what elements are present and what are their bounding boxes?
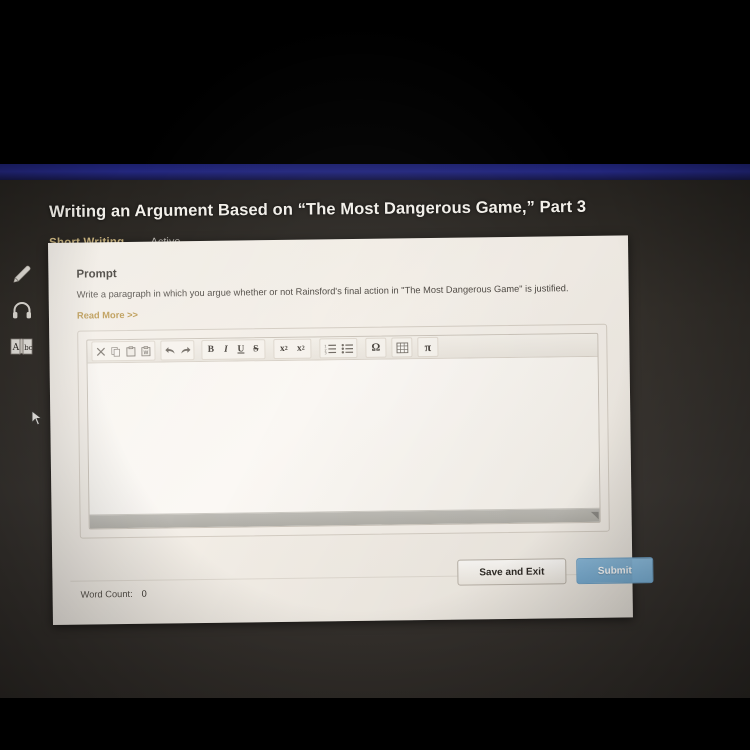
toolbar-group-history: [160, 340, 195, 361]
toolbar-group-text-style: B I U S: [201, 339, 266, 361]
undo-icon[interactable]: [162, 342, 177, 358]
toolbar-group-insert-math: π: [417, 336, 439, 358]
math-icon[interactable]: π: [419, 339, 436, 355]
bold-icon[interactable]: B: [203, 342, 218, 358]
read-more-link[interactable]: Read More >>: [77, 310, 138, 321]
bezel-bottom: [0, 698, 750, 750]
headphones-icon: [10, 298, 34, 322]
pencil-icon: [10, 262, 34, 286]
sidebar-item-listen[interactable]: [8, 296, 36, 324]
svg-text:bc: bc: [24, 344, 32, 352]
special-character-icon[interactable]: Ω: [367, 340, 384, 356]
desktop-blue-band: [0, 164, 750, 181]
prompt-body: Write a paragraph in which you argue whe…: [76, 283, 569, 300]
tool-rail: A bc: [0, 248, 44, 368]
copy-icon[interactable]: [108, 343, 123, 359]
rich-text-editor[interactable]: W B I U S x 2 x 2 1 2 3 Ω π: [86, 332, 601, 530]
submit-button[interactable]: Submit: [576, 557, 654, 585]
bezel-top: [0, 0, 750, 165]
numbered-list-icon[interactable]: 1 2 3: [321, 340, 338, 356]
paste-from-word-icon[interactable]: W: [138, 343, 153, 359]
redo-icon[interactable]: [177, 342, 192, 358]
svg-text:A: A: [12, 343, 20, 353]
dictionary-icon: A bc: [9, 335, 35, 357]
save-and-exit-button[interactable]: Save and Exit: [457, 558, 567, 586]
toolbar-group-insert-omega: Ω: [365, 337, 387, 358]
sidebar-item-glossary[interactable]: A bc: [8, 332, 36, 360]
resize-grip-handle[interactable]: [589, 511, 599, 521]
table-icon[interactable]: [393, 339, 410, 355]
svg-text:3: 3: [324, 351, 326, 354]
subscript-icon[interactable]: x2: [275, 341, 292, 357]
italic-icon[interactable]: I: [218, 342, 233, 358]
screen-photo: Writing an Argument Based on “The Most D…: [0, 0, 750, 750]
assignment-card: Prompt Write a paragraph in which you ar…: [48, 235, 654, 625]
toolbar-group-insert-table: [391, 337, 413, 358]
toolbar-group-lists: 1 2 3: [319, 337, 358, 359]
paste-icon[interactable]: [123, 343, 138, 359]
prompt-heading: Prompt: [76, 268, 117, 281]
sidebar-item-annotate[interactable]: [8, 260, 36, 288]
superscript-icon[interactable]: x2: [292, 341, 309, 357]
bulleted-list-icon[interactable]: [338, 340, 355, 356]
word-count-label: Word Count:: [80, 588, 133, 600]
mouse-cursor: [31, 410, 44, 427]
svg-text:W: W: [143, 350, 148, 356]
strikethrough-icon[interactable]: S: [248, 341, 263, 357]
cut-icon[interactable]: [93, 343, 108, 359]
toolbar-group-script: x2 x2: [273, 338, 312, 360]
toolbar-group-clipboard: W: [91, 340, 156, 362]
underline-icon[interactable]: U: [233, 341, 248, 357]
editor-text-area[interactable]: [87, 356, 600, 516]
word-count-value: 0: [141, 588, 147, 599]
editor-shell: W B I U S x 2 x 2 1 2 3 Ω π: [77, 323, 610, 539]
word-count: Word Count: 0: [81, 589, 147, 600]
